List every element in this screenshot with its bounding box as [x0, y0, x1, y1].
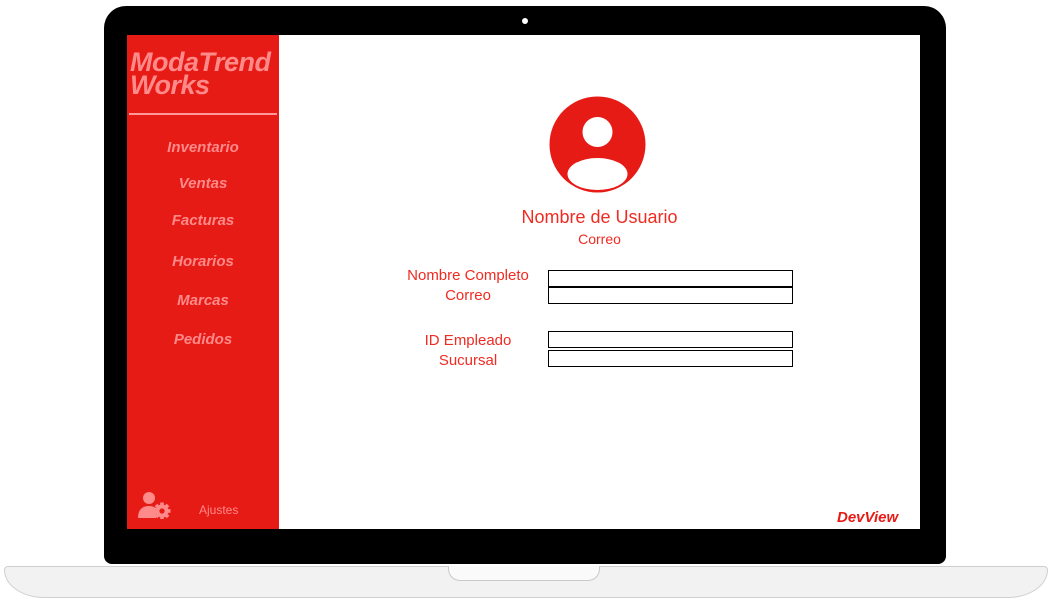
user-email: Correo — [578, 231, 621, 247]
branch-field[interactable] — [548, 350, 793, 367]
full-name-field[interactable] — [548, 270, 793, 287]
sidebar-item-ventas[interactable]: Ventas — [127, 175, 279, 192]
username: Nombre de Usuario — [521, 207, 678, 227]
full-name-label: Nombre Completo — [407, 267, 529, 284]
sidebar-item-inventario[interactable]: Inventario — [127, 139, 279, 156]
sidebar-item-marcas[interactable]: Marcas — [127, 292, 279, 309]
brand-logo: ModaTrend Works — [130, 47, 271, 100]
laptop-notch — [448, 566, 600, 581]
branch-label: Sucursal — [438, 352, 498, 369]
camera-dot — [522, 18, 528, 24]
employee-id-label: ID Empleado — [424, 332, 512, 349]
sidebar-item-pedidos[interactable]: Pedidos — [127, 331, 279, 348]
email-label: Correo — [445, 287, 491, 304]
app-screen: ModaTrend Works Inventario Ventas Factur… — [127, 35, 920, 529]
sidebar-item-horarios[interactable]: Horarios — [127, 253, 279, 270]
employee-id-field[interactable] — [548, 331, 793, 348]
user-gear-icon[interactable] — [137, 491, 171, 519]
devview-logo: DevView — [837, 509, 899, 526]
user-avatar-icon — [549, 96, 646, 193]
email-field[interactable] — [548, 287, 793, 304]
settings-link[interactable]: Ajustes — [199, 503, 238, 517]
sidebar: ModaTrend Works Inventario Ventas Factur… — [127, 35, 279, 529]
sidebar-item-facturas[interactable]: Facturas — [127, 212, 279, 229]
brand-divider — [129, 113, 277, 115]
